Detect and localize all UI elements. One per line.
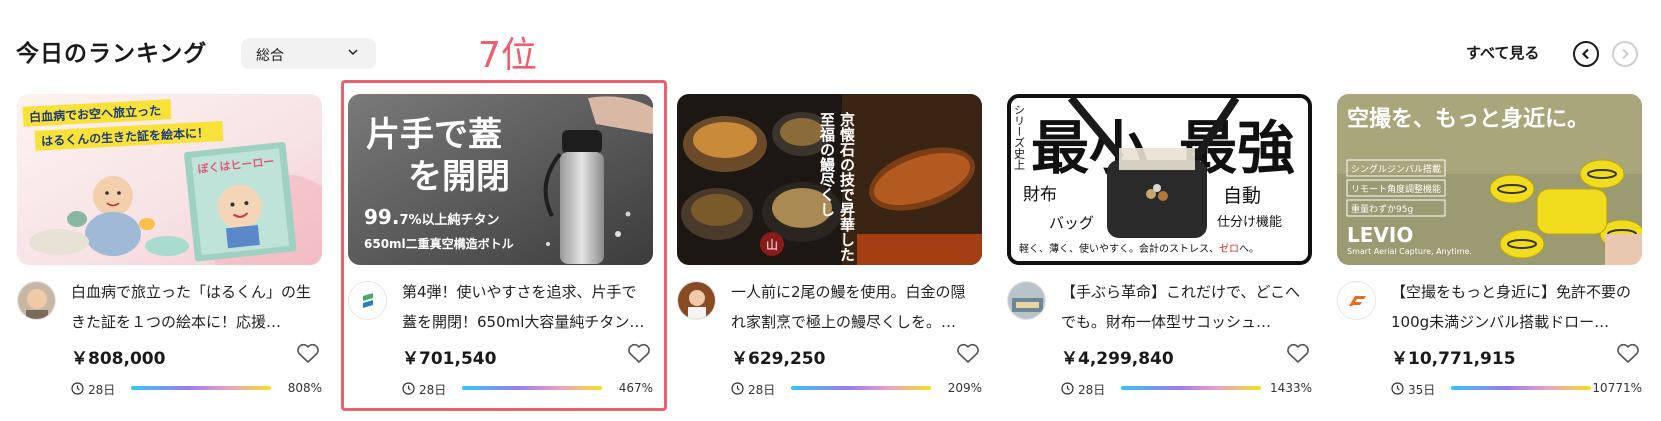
- image-feature-1: シングルジンバル搭載: [1351, 163, 1441, 175]
- project-meta: 28日 209%: [731, 380, 982, 398]
- chevron-left-icon: [1581, 48, 1589, 60]
- days-remaining: 28日: [1078, 383, 1106, 397]
- image-tagline: Smart Aerial Capture, Anytime.: [1347, 247, 1472, 256]
- project-card[interactable]: 片手で蓋 を開閉 99.7%以上純チタン 650ml二重真空構造ボトル 第4弾！…: [348, 94, 653, 399]
- heart-icon[interactable]: [1286, 342, 1310, 364]
- project-card[interactable]: シリーズ史上 最小 最強 財布 バッグ 自動 仕分け機能 軽く、薄く、使いやすく…: [1007, 94, 1312, 399]
- clock-icon: [1061, 382, 1074, 395]
- funding-amount: ￥629,250: [731, 349, 826, 369]
- section-title: 今日のランキング: [16, 41, 208, 67]
- image-headline-2: を開閉: [408, 157, 510, 197]
- achievement-percent: 808%: [287, 381, 322, 395]
- project-card[interactable]: 京懐石の技で昇華した 至福の鰻尽くし 山 一人前に2尾の鰻を使用。白金の隠れ家割…: [677, 94, 982, 399]
- days-remaining: 28日: [748, 383, 776, 397]
- image-feature-2: リモート角度調整機能: [1351, 183, 1441, 195]
- project-thumbnail[interactable]: 片手で蓋 を開閉 99.7%以上純チタン 650ml二重真空構造ボトル: [348, 94, 653, 265]
- heart-icon[interactable]: [1616, 342, 1640, 364]
- project-thumbnail[interactable]: 空撮を、もっと身近に。 シングルジンバル搭載 リモート角度調整機能 重量わずか9…: [1337, 94, 1642, 265]
- project-card[interactable]: 空撮を、もっと身近に。 シングルジンバル搭載 リモート角度調整機能 重量わずか9…: [1337, 94, 1642, 399]
- creator-avatar[interactable]: [348, 281, 387, 320]
- svg-text:軽く、薄く、使いやすく。会計のストレス、ゼロへ。: 軽く、薄く、使いやすく。会計のストレス、ゼロへ。: [1019, 242, 1259, 255]
- progress-bar: [462, 386, 602, 390]
- image-side-label: シリーズ史上: [1013, 104, 1026, 170]
- image-bottom-end: へ。: [1239, 244, 1259, 255]
- project-meta: 28日 1433%: [1061, 380, 1312, 398]
- project-thumbnail[interactable]: シリーズ史上 最小 最強 財布 バッグ 自動 仕分け機能 軽く、薄く、使いやすく…: [1007, 94, 1312, 265]
- achievement-percent: 209%: [947, 381, 982, 395]
- days-remaining: 35日: [1408, 383, 1436, 397]
- clock-icon: [402, 382, 415, 395]
- image-label-bag: バッグ: [1049, 214, 1094, 232]
- funding-amount: ￥701,540: [402, 349, 497, 369]
- project-thumbnail[interactable]: 白血病でお空へ旅立った はるくんの生きた証を絵本に！ ぼくはヒーロー: [17, 94, 322, 265]
- project-title[interactable]: 【手ぶら革命】これだけで、どこへでも。財布一体型サコッシュ…: [1061, 277, 1309, 337]
- project-title[interactable]: 【空撮をもっと身近に】免許不要の100g未満ジンバル搭載ドロー…: [1391, 277, 1639, 337]
- image-bottom-text: 軽く、薄く、使いやすく。会計のストレス、: [1019, 242, 1219, 255]
- category-filter-select[interactable]: 総合: [241, 38, 376, 69]
- heart-icon[interactable]: [296, 342, 320, 364]
- days-remaining: 28日: [419, 383, 447, 397]
- funding-amount: ￥10,771,915: [1391, 349, 1516, 369]
- funding-amount: ￥808,000: [71, 349, 166, 369]
- project-meta: 28日 467%: [402, 380, 653, 398]
- image-vertical-2: 至福の鰻尽くし: [818, 112, 836, 217]
- carousel-prev-button[interactable]: [1573, 41, 1599, 67]
- heart-icon[interactable]: [956, 342, 980, 364]
- progress-bar: [131, 386, 271, 390]
- creator-avatar[interactable]: [17, 281, 56, 320]
- project-meta: 28日 808%: [71, 380, 322, 398]
- project-thumbnail[interactable]: 京懐石の技で昇華した 至福の鰻尽くし 山: [677, 94, 982, 265]
- progress-bar: [791, 386, 931, 390]
- funding-amount: ￥4,299,840: [1061, 349, 1174, 369]
- image-vertical-1: 京懐石の技で昇華した: [838, 111, 856, 262]
- clock-icon: [71, 382, 84, 395]
- days-remaining: 28日: [88, 383, 116, 397]
- image-headline: 空撮を、もっと身近に。: [1347, 106, 1589, 132]
- progress-bar: [1121, 386, 1261, 390]
- achievement-percent: 1433%: [1270, 381, 1312, 395]
- chevron-down-icon: [348, 49, 358, 56]
- creator-avatar[interactable]: [677, 281, 716, 320]
- carousel-next-button[interactable]: [1612, 41, 1638, 67]
- image-label-wallet: 財布: [1023, 185, 1057, 205]
- image-feature-3: 重量わずか95g: [1351, 203, 1413, 215]
- project-card[interactable]: 白血病でお空へ旅立った はるくんの生きた証を絵本に！ ぼくはヒーロー 白血病で旅…: [17, 94, 322, 399]
- project-title[interactable]: 一人前に2尾の鰻を使用。白金の隠れ家割烹で極上の鰻尽くしを。…: [731, 277, 979, 337]
- image-label-auto: 自動: [1223, 185, 1261, 207]
- image-headline-1: 片手で蓋: [366, 115, 502, 155]
- progress-bar: [1451, 386, 1591, 390]
- filter-selected-value: 総合: [256, 48, 284, 64]
- svg-text:山: 山: [766, 238, 778, 252]
- image-brand: LEVIO: [1347, 223, 1413, 247]
- clock-icon: [1391, 382, 1404, 395]
- project-meta: 35日 10771%: [1391, 380, 1642, 398]
- image-spec-text: 7%以上純チタン: [399, 212, 499, 228]
- creator-avatar[interactable]: [1007, 281, 1046, 320]
- image-spec-2: 650ml二重真空構造ボトル: [364, 236, 514, 251]
- heart-icon[interactable]: [627, 342, 651, 364]
- image-bottom-em: ゼロ: [1219, 243, 1239, 255]
- creator-avatar[interactable]: [1337, 281, 1376, 320]
- chevron-right-icon: [1622, 48, 1630, 60]
- see-all-link[interactable]: すべて見る: [1466, 42, 1539, 63]
- clock-icon: [731, 382, 744, 395]
- image-spec-number: 99.: [364, 205, 399, 229]
- achievement-percent: 10771%: [1592, 381, 1642, 395]
- image-label-sort: 仕分け機能: [1217, 215, 1282, 230]
- rank-annotation: 7位: [478, 35, 537, 76]
- project-title[interactable]: 白血病で旅立った「はるくん」の生きた証を１つの絵本に！応援…: [71, 277, 319, 337]
- project-title[interactable]: 第4弾！使いやすさを追求、片手で蓋を開閉！650ml大容量純チタン…: [402, 277, 650, 337]
- achievement-percent: 467%: [618, 381, 653, 395]
